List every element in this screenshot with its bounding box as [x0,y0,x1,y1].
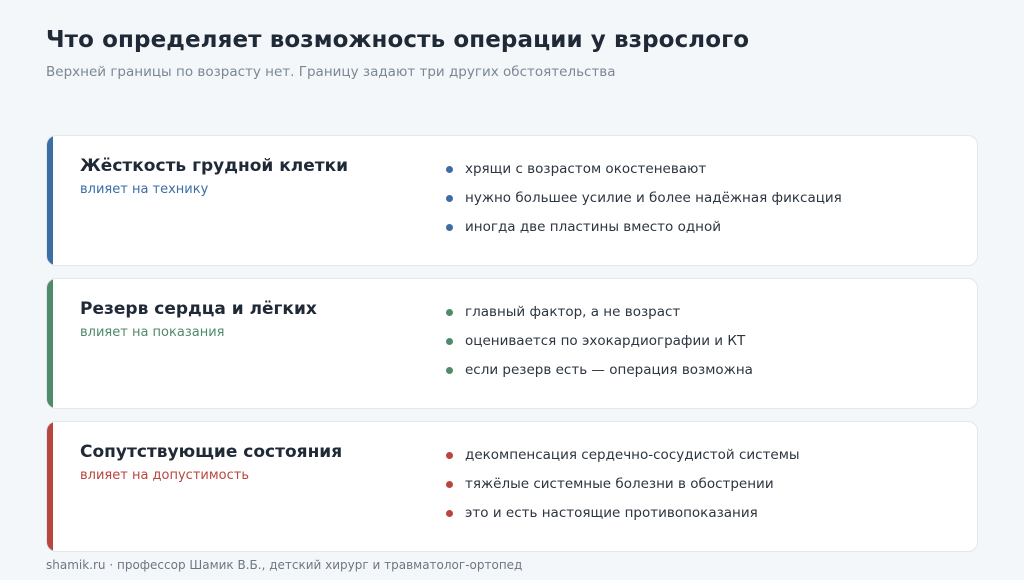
list-item: нужно большее усилие и более надёжная фи… [446,189,842,218]
list-item: иногда две пластины вместо одной [446,218,842,247]
bullet-dot-icon [446,309,453,316]
card-points-list: декомпенсация сердечно-сосудистой систем… [446,446,800,533]
list-item-text: если резерв есть — операция возможна [465,362,753,378]
bullet-dot-icon [446,224,453,231]
card-heading: Сопутствующие состояния [80,442,343,462]
bullet-dot-icon [446,452,453,459]
card-points-list: хрящи с возрастом окостеневают нужно бол… [446,160,842,247]
list-item: декомпенсация сердечно-сосудистой систем… [446,446,800,475]
page: Что определяет возможность операции у вз… [0,0,1024,580]
bullet-dot-icon [446,367,453,374]
list-item-text: хрящи с возрастом окостеневают [465,161,707,177]
list-item: хрящи с возрастом окостеневают [446,160,842,189]
list-item: если резерв есть — операция возможна [446,361,753,390]
card-impact-label: влияет на показания [80,325,225,340]
card-accent-bar [47,136,53,265]
list-item: оценивается по эхокардиографии и КТ [446,332,753,361]
factor-card-comorbidities: Сопутствующие состояния влияет на допуст… [46,421,978,552]
list-item-text: тяжёлые системные болезни в обострении [465,476,774,492]
card-impact-label: влияет на допустимость [80,468,249,483]
list-item: это и есть настоящие противопоказания [446,504,800,533]
bullet-dot-icon [446,481,453,488]
card-heading: Жёсткость грудной клетки [80,156,349,176]
bullet-dot-icon [446,338,453,345]
bullet-dot-icon [446,195,453,202]
list-item: главный фактор, а не возраст [446,303,753,332]
card-accent-bar [47,279,53,408]
list-item-text: нужно большее усилие и более надёжная фи… [465,190,842,206]
card-impact-label: влияет на технику [80,182,209,197]
list-item-text: иногда две пластины вместо одной [465,219,722,235]
page-subtitle: Верхней границы по возрасту нет. Границу… [46,64,616,80]
footer-credit: shamik.ru · профессор Шамик В.Б., детски… [46,558,523,572]
page-title: Что определяет возможность операции у вз… [46,27,750,53]
list-item: тяжёлые системные болезни в обострении [446,475,800,504]
card-heading: Резерв сердца и лёгких [80,299,317,319]
factor-card-chest-rigidity: Жёсткость грудной клетки влияет на техни… [46,135,978,266]
list-item-text: это и есть настоящие противопоказания [465,505,758,521]
card-points-list: главный фактор, а не возраст оценивается… [446,303,753,390]
bullet-dot-icon [446,510,453,517]
factor-card-cardio-reserve: Резерв сердца и лёгких влияет на показан… [46,278,978,409]
list-item-text: оценивается по эхокардиографии и КТ [465,333,746,349]
list-item-text: главный фактор, а не возраст [465,304,681,320]
list-item-text: декомпенсация сердечно-сосудистой систем… [465,447,800,463]
bullet-dot-icon [446,166,453,173]
card-accent-bar [47,422,53,551]
